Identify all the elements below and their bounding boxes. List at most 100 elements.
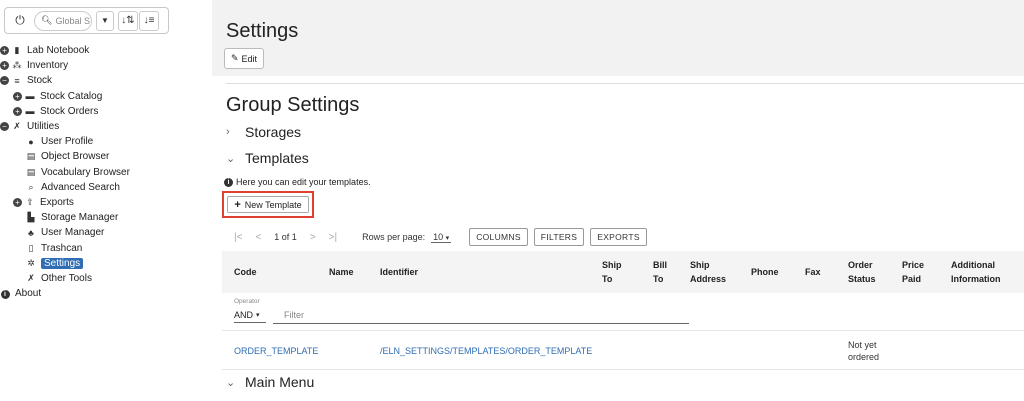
price-paid-line1: Price xyxy=(902,260,925,270)
sidebar-item-vocabulary-browser[interactable]: ▤ Vocabulary Browser xyxy=(0,165,130,180)
first-page-button[interactable]: |< xyxy=(234,232,242,243)
rows-per-page-value: 10 xyxy=(433,231,444,242)
rows-per-page-label: Rows per page: xyxy=(362,232,426,242)
column-header-price-paid[interactable]: Price Paid xyxy=(902,258,924,286)
filter-row: Operator AND ▾ Filter xyxy=(222,293,1024,331)
sidebar-item-stock-orders[interactable]: + ▬ Stock Orders xyxy=(0,104,130,119)
new-template-button[interactable]: + New Template xyxy=(227,196,309,213)
ship-to-line1: Ship xyxy=(602,260,622,270)
group-settings-title: Group Settings xyxy=(226,94,360,116)
sidebar-item-label: Other Tools xyxy=(41,272,92,284)
table-row[interactable]: ORDER_TEMPLATE /ELN_SETTINGS/TEMPLATES/O… xyxy=(222,332,1024,370)
collapse-icon[interactable]: − xyxy=(0,76,9,86)
stock-icon: ≡ xyxy=(14,75,20,86)
sidebar-item-trashcan[interactable]: ▯ Trashcan xyxy=(0,240,130,255)
rows-per-page-select[interactable]: 10 ▾ xyxy=(431,231,452,243)
column-header-order-status[interactable]: Order Status xyxy=(848,258,876,286)
column-header-phone[interactable]: Phone xyxy=(751,265,779,279)
expand-icon[interactable]: + xyxy=(13,91,22,101)
info-icon: i xyxy=(0,288,10,300)
main-content: Settings ✎ Edit Group Settings › Storage… xyxy=(212,0,1024,401)
column-header-identifier[interactable]: Identifier xyxy=(380,265,418,279)
filter-input[interactable]: Filter xyxy=(273,310,689,324)
last-page-button[interactable]: >| xyxy=(329,232,337,243)
chevron-down-icon: ▾ xyxy=(445,234,450,242)
power-button[interactable]: ⏻ xyxy=(10,10,30,31)
sidebar-item-label: About xyxy=(15,288,42,300)
users-icon: ♣ xyxy=(28,227,34,238)
row-code-link[interactable]: ORDER_TEMPLATE xyxy=(234,346,318,356)
edit-icon: ✎ xyxy=(231,53,239,63)
sidebar-item-user-manager[interactable]: ♣ User Manager xyxy=(0,225,130,240)
power-icon: ⏻ xyxy=(15,13,25,27)
sidebar-item-exports[interactable]: + ⇪ Exports xyxy=(0,195,130,210)
additional-line1: Additional xyxy=(951,260,995,270)
column-header-additional-information[interactable]: Additional Information xyxy=(951,258,1001,286)
trash-icon: ▯ xyxy=(28,242,34,253)
expand-icon[interactable]: + xyxy=(13,106,22,116)
table-header: Code Name Identifier Ship To Bill To Shi… xyxy=(222,251,1024,293)
row-order-status: Not yet ordered xyxy=(848,339,879,363)
columns-button[interactable]: COLUMNS xyxy=(469,228,528,246)
sidebar-item-settings[interactable]: ✲ Settings xyxy=(0,256,130,271)
expand-icon[interactable]: + xyxy=(0,61,9,71)
search-dropdown-button[interactable]: ▼ xyxy=(96,10,114,31)
main-menu-section-toggle[interactable]: ⌄ Main Menu xyxy=(226,374,314,390)
operator-select[interactable]: AND ▾ xyxy=(234,310,266,323)
sidebar: ⏻ 🔍︎ Global S ▼ ↓⇅ ↓≡ + ▮ Lab Notebook + ⁂ In… xyxy=(0,0,210,401)
folder-icon: ▬ xyxy=(25,106,35,117)
new-template-label: New Template xyxy=(244,199,302,210)
column-header-bill-to[interactable]: Bill To xyxy=(653,258,667,286)
expand-icon[interactable]: + xyxy=(0,46,9,56)
table-pager: |< < 1 of 1 > >| Rows per page: 10 ▾ COL… xyxy=(234,228,653,246)
column-header-code[interactable]: Code xyxy=(234,265,257,279)
edit-button[interactable]: ✎ Edit xyxy=(224,48,265,69)
filters-button[interactable]: FILTERS xyxy=(533,228,585,246)
sidebar-item-label: Vocabulary Browser xyxy=(41,166,130,178)
column-header-name[interactable]: Name xyxy=(329,265,354,279)
sort-descending-button[interactable]: ↓≡ xyxy=(139,10,159,31)
inventory-icon: ⁂ xyxy=(12,60,22,71)
column-header-fax[interactable]: Fax xyxy=(805,265,821,279)
ship-address-line2: Address xyxy=(690,274,727,284)
sidebar-item-label: Storage Manager xyxy=(41,212,119,224)
sidebar-item-other-tools[interactable]: ✗ Other Tools xyxy=(0,271,130,286)
info-icon: i xyxy=(224,177,233,187)
operator-value: AND xyxy=(234,310,254,320)
templates-section-toggle[interactable]: ⌄ Templates xyxy=(226,150,309,166)
search-icon: ⌕ xyxy=(28,181,34,192)
search-icon: 🔍︎ xyxy=(41,15,53,25)
table-icon: ▤ xyxy=(26,166,36,177)
chevron-right-icon: › xyxy=(226,126,230,138)
plus-icon: + xyxy=(234,198,241,211)
collapse-icon[interactable]: − xyxy=(0,122,9,132)
global-search-input[interactable]: 🔍︎ Global S xyxy=(34,10,92,31)
column-header-ship-address[interactable]: Ship Address xyxy=(690,258,726,286)
ship-address-line1: Ship xyxy=(690,260,710,270)
exports-button[interactable]: EXPORTS xyxy=(590,228,647,246)
page-header: Settings ✎ Edit xyxy=(212,0,1024,76)
sidebar-item-lab-notebook[interactable]: + ▮ Lab Notebook xyxy=(0,43,130,58)
order-status-line1: Order xyxy=(848,260,873,270)
sidebar-item-stock[interactable]: − ≡ Stock xyxy=(0,73,130,88)
sidebar-item-advanced-search[interactable]: ⌕ Advanced Search xyxy=(0,180,130,195)
row-identifier-link[interactable]: /ELN_SETTINGS/TEMPLATES/ORDER_TEMPLATE xyxy=(380,346,592,356)
sidebar-item-inventory[interactable]: + ⁂ Inventory xyxy=(0,58,130,73)
sidebar-item-about[interactable]: i About xyxy=(0,286,130,301)
templates-label: Templates xyxy=(245,150,309,166)
next-page-button[interactable]: > xyxy=(310,232,316,243)
edit-button-label: Edit xyxy=(241,53,258,64)
sidebar-item-object-browser[interactable]: ▤ Object Browser xyxy=(0,149,130,164)
previous-page-button[interactable]: < xyxy=(255,232,261,243)
column-header-ship-to[interactable]: Ship To xyxy=(602,258,622,286)
storages-section-toggle[interactable]: › Storages xyxy=(226,124,301,140)
sidebar-item-user-profile[interactable]: ● User Profile xyxy=(0,134,130,149)
sidebar-item-label: Lab Notebook xyxy=(27,45,90,57)
sidebar-item-utilities[interactable]: − ✗ Utilities xyxy=(0,119,130,134)
sort-ascending-button[interactable]: ↓⇅ xyxy=(118,10,138,31)
sidebar-item-label: Advanced Search xyxy=(41,181,120,193)
expand-icon[interactable]: + xyxy=(13,197,22,207)
sidebar-item-stock-catalog[interactable]: + ▬ Stock Catalog xyxy=(0,89,130,104)
sidebar-item-label: Stock Orders xyxy=(40,105,99,117)
sidebar-item-storage-manager[interactable]: ▙ Storage Manager xyxy=(0,210,130,225)
